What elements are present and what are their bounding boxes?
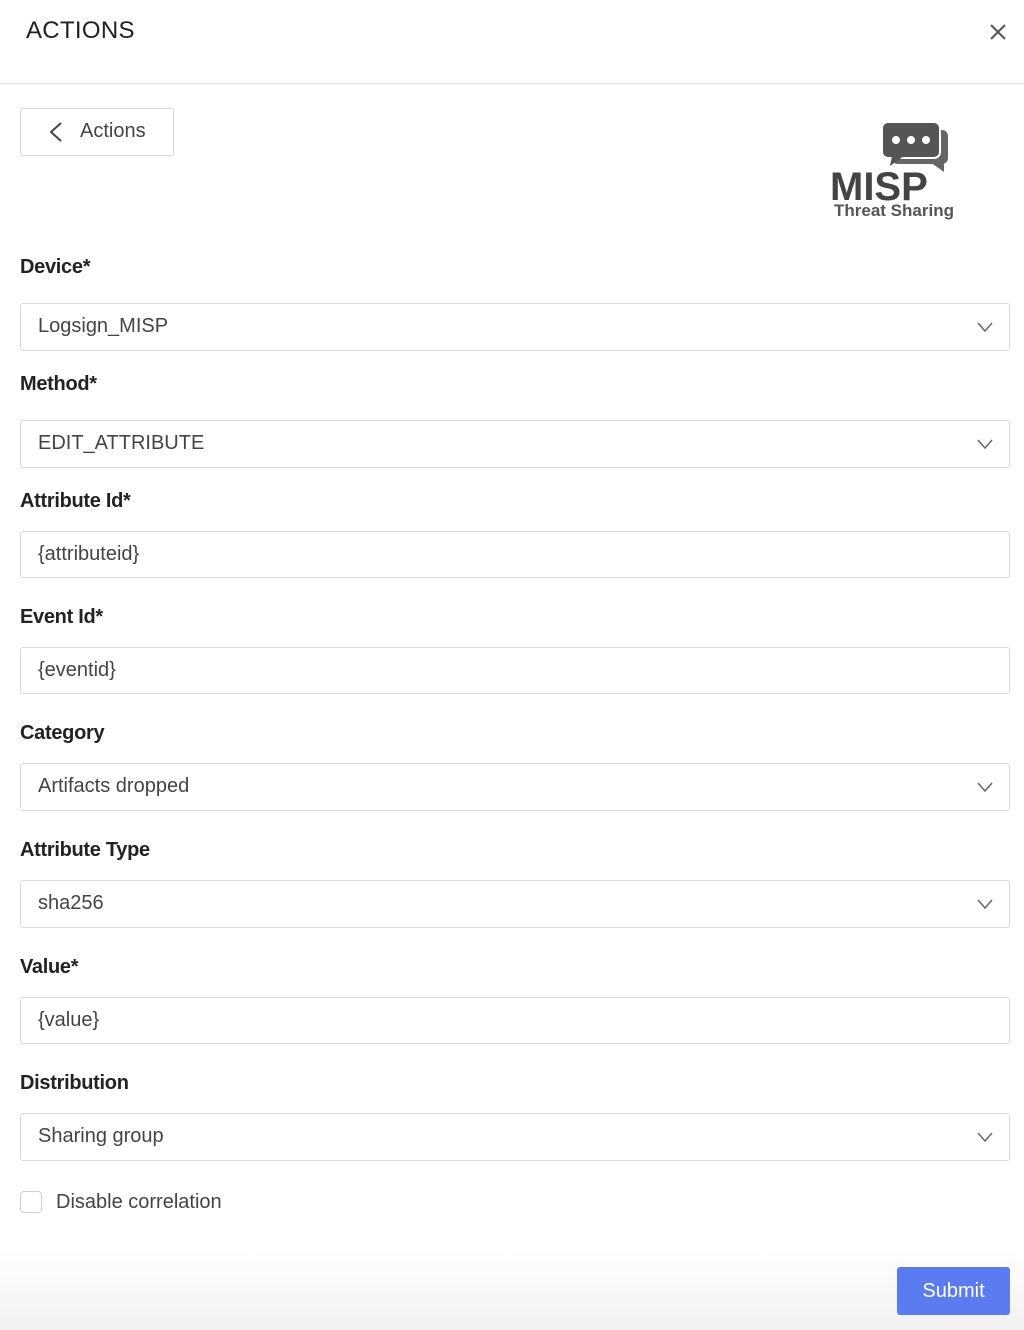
event-id-value: {eventid} xyxy=(38,659,116,681)
method-value: EDIT_ATTRIBUTE xyxy=(38,432,205,454)
disable-correlation-checkbox[interactable] xyxy=(20,1191,42,1213)
attribute-type-select[interactable]: sha256 xyxy=(20,880,1010,928)
chevron-left-icon xyxy=(47,121,65,143)
svg-text:Threat Sharing: Threat Sharing xyxy=(834,201,954,220)
method-select[interactable]: EDIT_ATTRIBUTE xyxy=(20,420,1010,468)
back-button[interactable]: Actions xyxy=(20,108,174,156)
method-label: Method* xyxy=(20,373,97,395)
category-label: Category xyxy=(20,722,105,744)
attribute-type-value: sha256 xyxy=(38,892,104,914)
disable-correlation-row[interactable]: Disable correlation xyxy=(20,1188,222,1216)
distribution-select[interactable]: Sharing group xyxy=(20,1113,1010,1161)
device-value: Logsign_MISP xyxy=(38,315,169,337)
attribute-type-label: Attribute Type xyxy=(20,839,150,861)
category-select[interactable]: Artifacts dropped xyxy=(20,763,1010,811)
modal-header: ACTIONS xyxy=(0,0,1024,84)
footer xyxy=(0,1250,1024,1330)
modal-title: ACTIONS xyxy=(26,17,135,44)
back-button-label: Actions xyxy=(80,120,146,142)
disable-correlation-label: Disable correlation xyxy=(56,1190,222,1213)
attribute-id-label: Attribute Id* xyxy=(20,490,131,512)
distribution-label: Distribution xyxy=(20,1072,129,1094)
value-label: Value* xyxy=(20,956,79,978)
chevron-down-icon xyxy=(977,319,993,335)
submit-button[interactable]: Submit xyxy=(897,1267,1010,1315)
chevron-down-icon xyxy=(977,896,993,912)
event-id-input[interactable]: {eventid} xyxy=(20,647,1010,694)
device-select[interactable]: Logsign_MISP xyxy=(20,303,1010,351)
speech-bubbles-icon: MISP Threat Sharing xyxy=(830,121,954,220)
attribute-id-value: {attributeid} xyxy=(38,543,140,565)
event-id-label: Event Id* xyxy=(20,606,103,628)
distribution-value: Sharing group xyxy=(38,1125,164,1147)
value-input[interactable]: {value} xyxy=(20,997,1010,1044)
misp-logo: MISP Threat Sharing xyxy=(826,118,972,228)
chevron-down-icon xyxy=(977,436,993,452)
chevron-down-icon xyxy=(977,779,993,795)
close-icon[interactable] xyxy=(984,18,1012,46)
value-value: {value} xyxy=(38,1009,100,1031)
category-value: Artifacts dropped xyxy=(38,775,190,797)
device-label: Device* xyxy=(20,256,91,278)
chevron-down-icon xyxy=(977,1129,993,1145)
attribute-id-input[interactable]: {attributeid} xyxy=(20,531,1010,578)
